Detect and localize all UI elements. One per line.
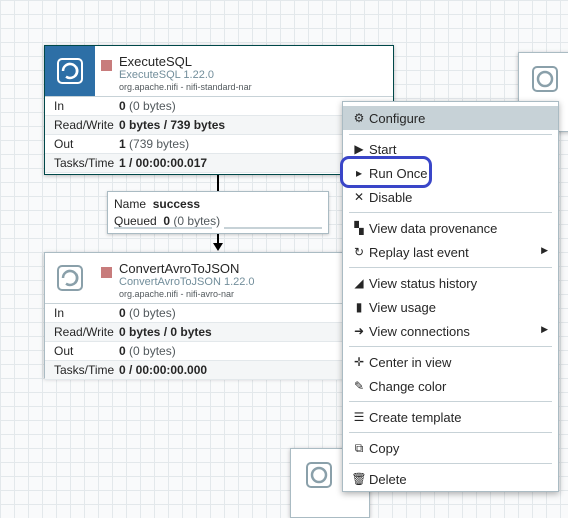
stat-label: Tasks/Time xyxy=(54,363,115,377)
menu-item-replay-last-event[interactable]: ↻ Replay last event ▶ xyxy=(343,240,558,264)
processor-icon xyxy=(299,455,339,495)
arrow-down-icon xyxy=(213,243,223,251)
menu-item-view-data-provenance[interactable]: ▚ View data provenance xyxy=(343,216,558,240)
stat-sub: (0 bytes) xyxy=(129,344,176,358)
menu-item-copy[interactable]: ⧉ Copy xyxy=(343,436,558,460)
processor-stats: In 0 (0 bytes) Read/Write 0 bytes / 0 by… xyxy=(45,303,393,380)
queue-bars xyxy=(114,227,324,230)
stat-value: 0 bytes / 0 bytes xyxy=(119,325,212,339)
template-icon: ☰ xyxy=(353,410,365,424)
menu-item-create-template[interactable]: ☰ Create template xyxy=(343,405,558,429)
nifi-logo-icon xyxy=(57,58,83,84)
brush-icon: ✎ xyxy=(353,379,365,393)
disable-icon: ✕ xyxy=(353,190,365,204)
submenu-arrow-icon: ▶ xyxy=(541,324,548,334)
stat-label: Read/Write xyxy=(54,118,114,132)
stat-label: Out xyxy=(54,344,74,358)
stat-value: 1 / 00:00:00.017 xyxy=(119,156,208,170)
connection-queued-sub: (0 bytes) xyxy=(173,214,221,228)
processor-type: ConvertAvroToJSON 1.22.0 xyxy=(119,276,255,288)
play-icon: ▶ xyxy=(354,142,364,156)
stat-label: Tasks/Time xyxy=(54,156,115,170)
connection-queued-label: Queued xyxy=(114,214,157,228)
menu-item-view-connections[interactable]: ➜ View connections ▶ xyxy=(343,319,558,343)
processor-icon xyxy=(525,59,565,99)
stat-row-in: In 0 (0 bytes) xyxy=(45,304,393,323)
stat-row-read-write: Read/Write 0 bytes / 0 bytes xyxy=(45,323,393,342)
stat-label: In xyxy=(54,306,65,320)
menu-item-configure[interactable]: ⚙ Configure xyxy=(343,106,558,130)
stat-label: Out xyxy=(54,137,74,151)
connection-name-value: success xyxy=(152,197,201,211)
menu-item-view-usage[interactable]: ▮ View usage xyxy=(343,295,558,319)
processor-bundle: org.apache.nifi - nifi-avro-nar xyxy=(119,289,235,299)
nifi-logo-icon xyxy=(57,265,83,291)
stat-sub: (0 bytes) xyxy=(129,306,176,320)
stat-value: 0 / 00:00:00.000 xyxy=(119,363,208,377)
stat-row-tasks-time: Tasks/Time 0 / 00:00:00.000 xyxy=(45,361,393,380)
stat-row-read-write: Read/Write 0 bytes / 739 bytes xyxy=(45,116,393,135)
copy-icon: ⧉ xyxy=(354,440,364,455)
processor-name: ExecuteSQL xyxy=(119,54,192,69)
processor-name: ConvertAvroToJSON xyxy=(119,261,240,276)
stat-label: In xyxy=(54,99,65,113)
stat-row-out: Out 0 (0 bytes) xyxy=(45,342,393,361)
processor-icon xyxy=(45,253,95,303)
provenance-icon: ▚ xyxy=(354,221,364,235)
processor-header: ConvertAvroToJSON ConvertAvroToJSON 1.22… xyxy=(45,253,393,303)
submenu-arrow-icon: ▶ xyxy=(541,245,548,255)
stopped-state-icon xyxy=(101,60,112,71)
chart-icon: ◢ xyxy=(354,276,364,290)
connection-label[interactable]: Name success Queued 0 (0 bytes) xyxy=(107,191,329,234)
processor-header: ExecuteSQL ExecuteSQL 1.22.0 org.apache.… xyxy=(45,46,393,96)
stat-sub: (739 bytes) xyxy=(129,137,190,151)
stat-value: 0 xyxy=(119,99,126,113)
stat-row-out: Out 1 (739 bytes) xyxy=(45,135,393,154)
stat-value: 0 xyxy=(119,344,126,358)
stat-value: 1 xyxy=(119,137,126,151)
nifi-logo-icon xyxy=(532,66,558,92)
stopped-state-icon xyxy=(101,267,112,278)
menu-item-change-color[interactable]: ✎ Change color xyxy=(343,374,558,398)
stat-value: 0 bytes / 739 bytes xyxy=(119,118,226,132)
connection-line[interactable] xyxy=(217,174,219,191)
book-icon: ▮ xyxy=(355,300,363,314)
nifi-logo-icon xyxy=(306,462,332,488)
stat-sub: (0 bytes) xyxy=(129,99,176,113)
crosshair-icon: ✛ xyxy=(353,355,365,369)
connection-queued-value: 0 xyxy=(163,214,171,228)
replay-icon: ↻ xyxy=(353,245,365,259)
connections-icon: ➜ xyxy=(353,324,365,338)
annotation-highlight-circle xyxy=(340,156,432,188)
stat-value: 0 xyxy=(119,306,126,320)
gear-icon: ⚙ xyxy=(353,111,365,125)
connection-name-label: Name xyxy=(114,197,147,211)
processor-bundle: org.apache.nifi - nifi-standard-nar xyxy=(119,82,252,92)
menu-item-delete[interactable]: 🗑 Delete xyxy=(343,467,558,491)
processor-type: ExecuteSQL 1.22.0 xyxy=(119,69,214,81)
trash-icon: 🗑 xyxy=(351,472,367,486)
menu-item-disable[interactable]: ✕ Disable xyxy=(343,185,558,209)
stat-label: Read/Write xyxy=(54,325,114,339)
menu-item-center-in-view[interactable]: ✛ Center in view xyxy=(343,350,558,374)
menu-item-view-status-history[interactable]: ◢ View status history xyxy=(343,271,558,295)
stat-row-in: In 0 (0 bytes) xyxy=(45,97,393,116)
processor-icon xyxy=(45,46,95,96)
